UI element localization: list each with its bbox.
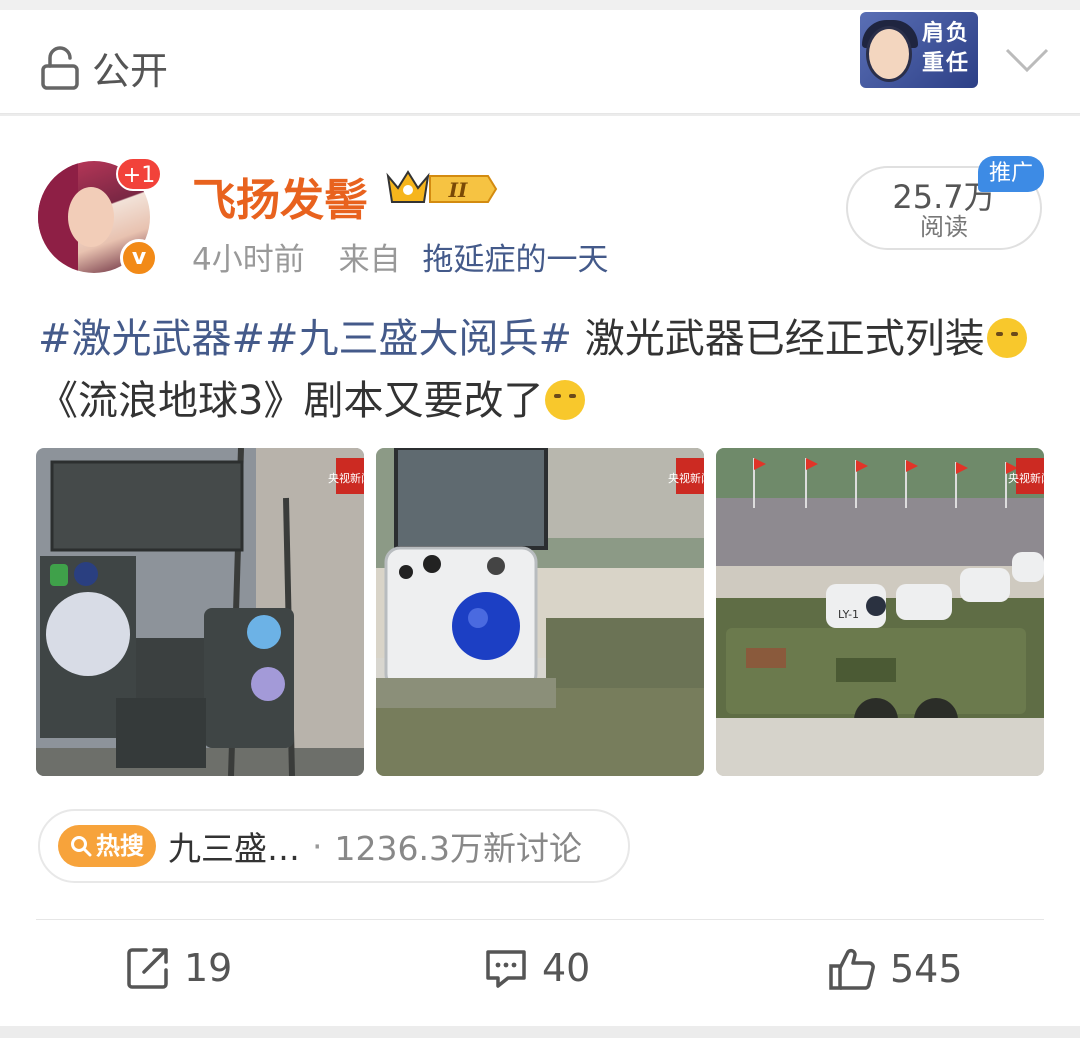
vip-level: II [448, 178, 468, 202]
hot-search-label: 热搜 [96, 832, 144, 860]
lock-open-icon [41, 45, 79, 90]
post-time: 4小时前 [192, 242, 305, 278]
from-label: 来自 [338, 242, 401, 278]
like-count: 545 [890, 947, 963, 991]
avatar[interactable]: +1 v [38, 157, 162, 277]
comment-count: 40 [542, 946, 591, 990]
photo-1-watermark: 央视新闻 [328, 471, 364, 485]
hashtag-parade[interactable]: #九三盛大阅兵# [265, 316, 572, 362]
hashtag-laser-weapon[interactable]: #激光武器# [38, 316, 265, 362]
visibility-setting[interactable]: 公开 [40, 40, 168, 95]
avatar-badge: +1 [116, 157, 162, 191]
sticker-image: 肩负重任 [860, 12, 978, 88]
post-text-part2: 《流浪地球3》剧本又要改了 [38, 378, 544, 424]
hot-search-topic: 九三盛… [168, 829, 300, 868]
username[interactable]: 飞扬发髻 [192, 164, 368, 228]
divider [36, 919, 1044, 920]
photo-3-watermark: 央视新闻 [1008, 471, 1044, 485]
comment-icon [486, 950, 526, 988]
top-spacer [0, 0, 1080, 10]
photo-2[interactable]: 央视新闻 [376, 448, 704, 776]
repost-icon [127, 948, 168, 989]
verified-icon: v [120, 239, 158, 277]
photo-grid: 央视新闻 央视新闻 [36, 448, 1044, 776]
post-card: +1 v 飞扬发髻 II 4小时前 来自 拖延症的一天 25.7万 阅读 推广 … [0, 116, 1080, 1026]
sticker-text: 肩负重任 [921, 20, 970, 76]
search-icon [71, 836, 92, 857]
comment-button[interactable]: 40 [484, 946, 590, 990]
promo-badge[interactable]: 推广 [978, 156, 1044, 192]
repost-button[interactable]: 19 [126, 946, 232, 990]
post-meta: 4小时前 来自 拖延症的一天 [192, 234, 608, 279]
photo-1[interactable]: 央视新闻 [36, 448, 364, 776]
photo-2-watermark: 央视新闻 [668, 471, 704, 485]
post-text-part1: 激光武器已经正式列装 [572, 316, 985, 362]
post-text: #激光武器##九三盛大阅兵# 激光武器已经正式列装《流浪地球3》剧本又要改了 [38, 308, 1048, 432]
smirk-emoji-icon [986, 318, 1027, 358]
hot-search-chip[interactable]: 热搜 九三盛… · 1236.3万新讨论 [38, 809, 630, 883]
chevron-down-icon[interactable] [1004, 46, 1050, 74]
read-count-label: 阅读 [920, 213, 968, 241]
hot-search-count: 1236.3万新讨论 [334, 829, 582, 868]
hot-search-badge: 热搜 [58, 825, 156, 867]
repost-count: 19 [184, 946, 233, 990]
bottom-spacer [0, 1026, 1080, 1038]
action-bar: 19 40 545 [0, 946, 1080, 1006]
photo-3[interactable]: LY-1 央视新闻 [716, 448, 1044, 776]
thumbs-up-icon [829, 948, 875, 990]
thinking-emoji-icon [545, 380, 586, 420]
post-source[interactable]: 拖延症的一天 [422, 242, 608, 278]
hot-search-separator: · [312, 826, 323, 866]
like-button[interactable]: 545 [828, 946, 963, 992]
visibility-label: 公开 [92, 49, 169, 93]
visibility-bar: 公开 肩负重任 [0, 10, 1080, 114]
vip-crown-icon[interactable]: II [384, 168, 500, 210]
photo-3-vehicle-label: LY-1 [838, 608, 859, 621]
